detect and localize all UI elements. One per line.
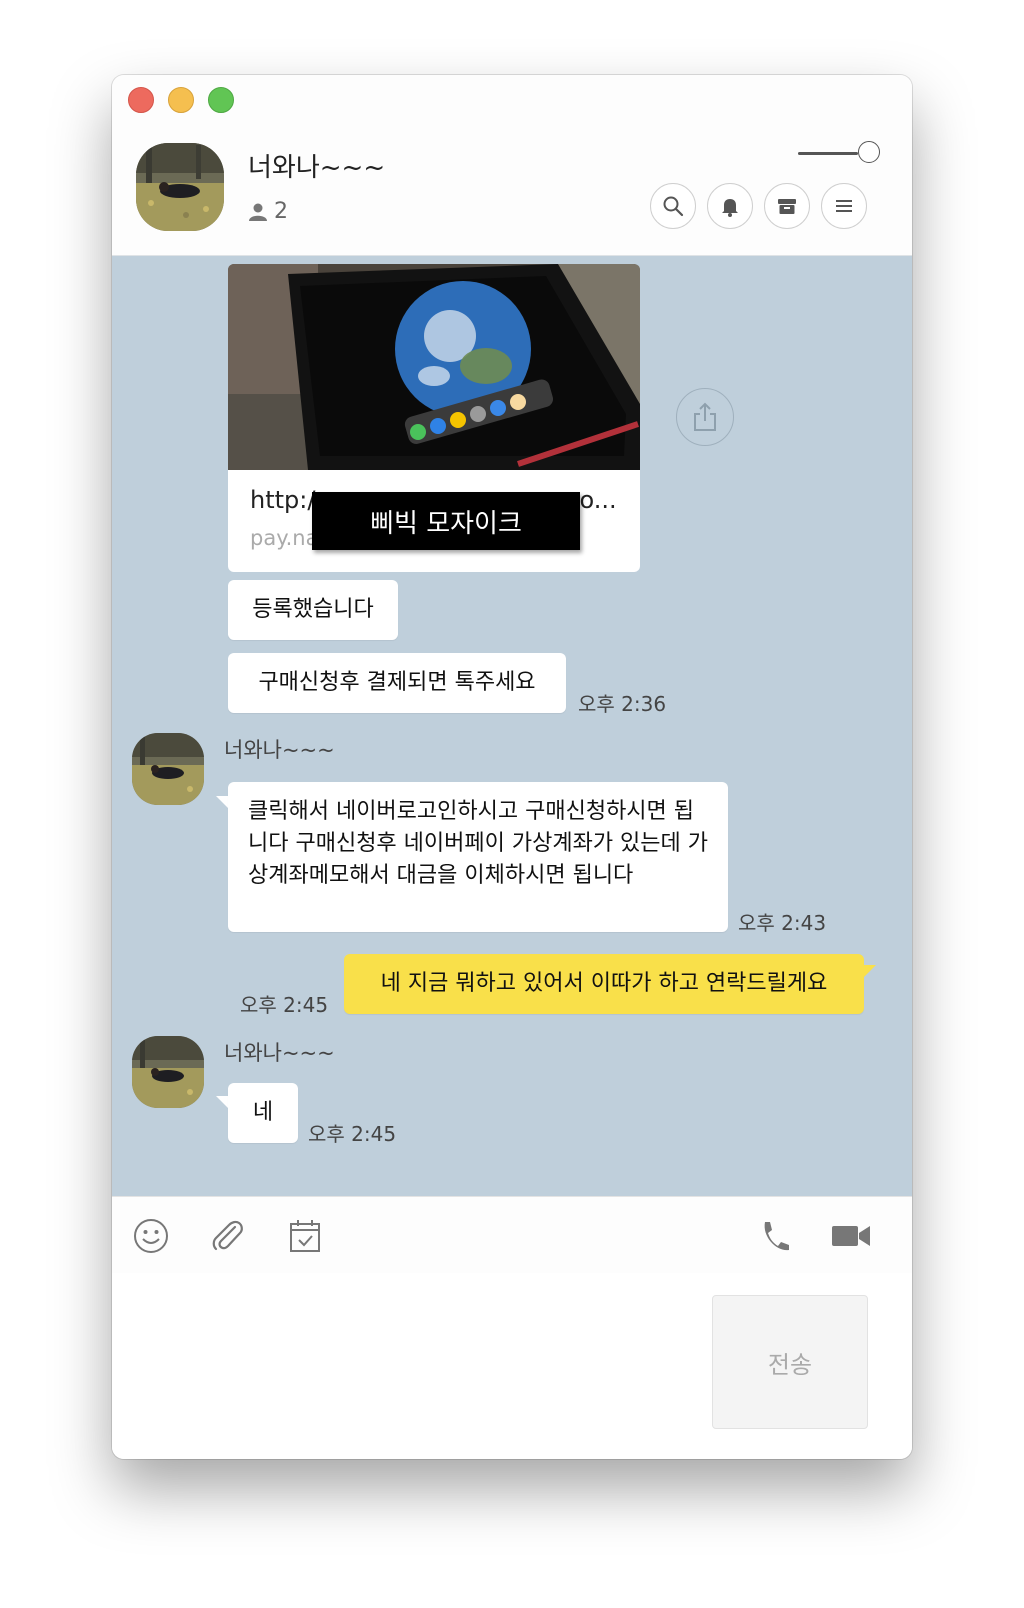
- room-title: 너와나~~~: [248, 153, 386, 183]
- message-bubble[interactable]: 등록했습니다: [228, 580, 398, 640]
- message-text: 네: [252, 1100, 274, 1125]
- bubble-tail: [864, 965, 876, 977]
- archive-button[interactable]: [764, 183, 810, 229]
- video-call-button[interactable]: [830, 1217, 872, 1255]
- message-text: 네 지금 뭐하고 있어서 이따가 하고 연락드릴게요: [380, 971, 828, 996]
- link-url-end: o...: [579, 486, 617, 514]
- close-window-button[interactable]: [128, 87, 154, 113]
- chat-window: 너와나~~~ 2 http:/ o... pay.na 삐빅 모자이크 등록했습…: [112, 75, 912, 1459]
- attach-icon: [212, 1220, 243, 1251]
- calendar-icon: [290, 1220, 320, 1252]
- send-button[interactable]: 전송: [712, 1295, 868, 1429]
- notification-button[interactable]: [707, 183, 753, 229]
- zoom-window-button[interactable]: [208, 87, 234, 113]
- search-icon: [663, 196, 684, 217]
- bubble-tail: [216, 1096, 228, 1108]
- opacity-slider-knob[interactable]: [858, 141, 880, 163]
- message-text: 클릭해서 네이버로고인하시고 구매신청하시면 됩니다 구매신청후 네이버페이 가…: [248, 799, 709, 888]
- member-count-value: 2: [274, 199, 288, 224]
- link-url-start: http:/: [250, 486, 316, 514]
- share-button[interactable]: [676, 388, 734, 446]
- message-input-area[interactable]: 전송: [112, 1273, 912, 1459]
- minimize-window-button[interactable]: [168, 87, 194, 113]
- sender-name: 너와나~~~: [224, 1041, 335, 1065]
- chat-toolbar: [112, 1196, 912, 1274]
- share-icon: [694, 402, 716, 431]
- sender-avatar[interactable]: [132, 733, 204, 805]
- mosaic-label: 삐빅 모자이크: [312, 492, 580, 550]
- bubble-tail: [216, 796, 228, 808]
- room-avatar[interactable]: [136, 143, 224, 231]
- emoji-button[interactable]: [132, 1217, 170, 1255]
- sender-name: 너와나~~~: [224, 738, 335, 762]
- member-count[interactable]: 2: [248, 199, 288, 224]
- search-button[interactable]: [650, 183, 696, 229]
- message-bubble[interactable]: 네: [228, 1083, 298, 1143]
- sender-avatar[interactable]: [132, 1036, 204, 1108]
- menu-button[interactable]: [821, 183, 867, 229]
- voice-call-button[interactable]: [756, 1217, 794, 1255]
- schedule-button[interactable]: [286, 1217, 324, 1255]
- emoji-icon: [134, 1219, 168, 1253]
- message-time: 오후 2:43: [738, 911, 827, 935]
- message-bubble[interactable]: 클릭해서 네이버로고인하시고 구매신청하시면 됩니다 구매신청후 네이버페이 가…: [228, 782, 728, 932]
- video-icon: [832, 1226, 870, 1246]
- message-time: 오후 2:45: [308, 1122, 397, 1146]
- message-time: 오후 2:36: [578, 692, 667, 716]
- menu-icon: [836, 200, 852, 212]
- message-text: 등록했습니다: [252, 597, 374, 622]
- link-preview-image: [228, 264, 640, 470]
- chat-header: 너와나~~~ 2: [112, 75, 912, 256]
- message-bubble[interactable]: 구매신청후 결제되면 톡주세요: [228, 653, 566, 713]
- opacity-slider-track[interactable]: [798, 152, 858, 155]
- my-message-bubble[interactable]: 네 지금 뭐하고 있어서 이따가 하고 연락드릴게요: [344, 954, 864, 1014]
- link-preview-card[interactable]: http:/ o... pay.na 삐빅 모자이크: [228, 264, 640, 572]
- archive-icon: [778, 199, 796, 214]
- message-time: 오후 2:45: [240, 993, 329, 1017]
- person-icon: [249, 203, 267, 221]
- message-list[interactable]: http:/ o... pay.na 삐빅 모자이크 등록했습니다 구매신청후 결…: [112, 256, 912, 1196]
- phone-icon: [764, 1222, 789, 1251]
- message-text: 구매신청후 결제되면 톡주세요: [258, 670, 536, 695]
- attach-file-button[interactable]: [208, 1217, 246, 1255]
- bell-icon: [722, 199, 738, 217]
- link-domain: pay.na: [250, 526, 319, 550]
